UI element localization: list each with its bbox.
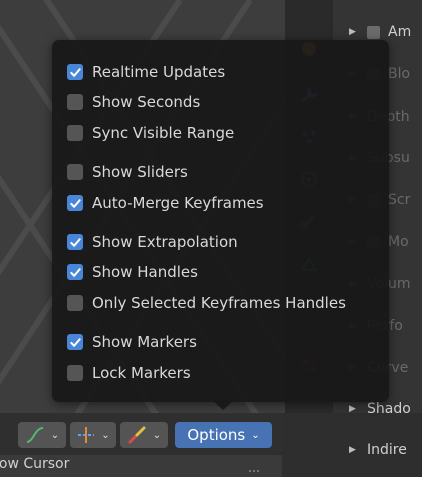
- chevron-right-icon: ▶: [349, 404, 356, 414]
- chevron-down-icon: ⌄: [50, 429, 60, 441]
- checkbox-unchecked-icon[interactable]: [67, 125, 83, 141]
- brush-icon: [128, 426, 146, 444]
- checkbox-unchecked-icon[interactable]: [67, 164, 83, 180]
- menu-item-show-sliders[interactable]: Show Sliders: [67, 161, 188, 183]
- options-button[interactable]: Options ⌄: [175, 422, 272, 448]
- graph-editor-header: ⌄ ⌄ ⌄ Options ⌄: [0, 413, 282, 455]
- chevron-down-icon: ⌄: [152, 429, 162, 441]
- menu-item-lock-markers[interactable]: Lock Markers: [67, 362, 191, 384]
- interpolation-dropdown[interactable]: ⌄: [18, 422, 66, 448]
- panel-row-label: Blo: [388, 66, 411, 82]
- menu-item-label: Show Handles: [92, 263, 198, 281]
- menu-item-label: Lock Markers: [92, 364, 191, 382]
- checkbox-unchecked-icon[interactable]: [67, 365, 83, 381]
- menu-item-label: Show Markers: [92, 333, 197, 351]
- chevron-right-icon: ▶: [349, 27, 356, 37]
- grip-icon[interactable]: [248, 469, 262, 473]
- checkbox-unchecked-icon[interactable]: [67, 94, 83, 110]
- menu-item-label: Show Seconds: [92, 93, 201, 111]
- curve-icon: [26, 427, 43, 443]
- panel-row-label: Indire: [367, 442, 407, 458]
- checkbox-checked-icon[interactable]: [67, 64, 83, 80]
- menu-item-label: Show Extrapolation: [92, 233, 238, 251]
- proportional-edit-dropdown[interactable]: ⌄: [120, 422, 168, 448]
- chevron-down-icon: ⌄: [101, 429, 110, 441]
- popup-pointer: [213, 401, 233, 410]
- panel-row-label: Mo: [388, 234, 409, 250]
- menu-item-show-handles[interactable]: Show Handles: [67, 261, 198, 283]
- menu-item-sync-visible-range[interactable]: Sync Visible Range: [67, 122, 234, 144]
- menu-item-only-selected-keyframes-handles[interactable]: Only Selected Keyframes Handles: [67, 292, 346, 314]
- chevron-right-icon: ▶: [349, 445, 356, 455]
- menu-item-show-markers[interactable]: Show Markers: [67, 331, 197, 353]
- options-popup-menu: Realtime Updates Show Seconds Sync Visib…: [52, 40, 389, 402]
- checkbox-checked-icon[interactable]: [67, 234, 83, 250]
- menu-item-show-extrapolation[interactable]: Show Extrapolation: [67, 231, 238, 253]
- show-cursor-label[interactable]: how Cursor: [0, 456, 69, 472]
- menu-item-show-seconds[interactable]: Show Seconds: [67, 91, 200, 113]
- checkbox-unchecked-icon[interactable]: [67, 295, 83, 311]
- panel-row[interactable]: ▶ Indire: [343, 436, 422, 464]
- panel-checkbox[interactable]: [367, 25, 380, 39]
- menu-item-label: Realtime Updates: [92, 63, 226, 81]
- panel-row-label: Shado: [367, 401, 411, 417]
- checkbox-checked-icon[interactable]: [67, 264, 83, 280]
- pivot-icon: [78, 427, 95, 443]
- panel-row-label: Scr: [388, 192, 411, 208]
- menu-item-label: Show Sliders: [92, 163, 188, 181]
- menu-item-label: Sync Visible Range: [92, 124, 235, 142]
- menu-item-label: Only Selected Keyframes Handles: [92, 294, 346, 312]
- options-button-label: Options: [187, 426, 246, 444]
- menu-item-auto-merge-keyframes[interactable]: Auto-Merge Keyframes: [67, 192, 264, 214]
- panel-row-label: Am: [388, 24, 412, 40]
- menu-item-realtime-updates[interactable]: Realtime Updates: [67, 61, 225, 83]
- sidebar-panel-strip: how Cursor: [0, 455, 282, 477]
- menu-item-label: Auto-Merge Keyframes: [92, 194, 264, 212]
- chevron-down-icon: ⌄: [251, 429, 260, 441]
- pivot-dropdown[interactable]: ⌄: [70, 422, 116, 448]
- checkbox-checked-icon[interactable]: [67, 334, 83, 350]
- checkbox-checked-icon[interactable]: [67, 195, 83, 211]
